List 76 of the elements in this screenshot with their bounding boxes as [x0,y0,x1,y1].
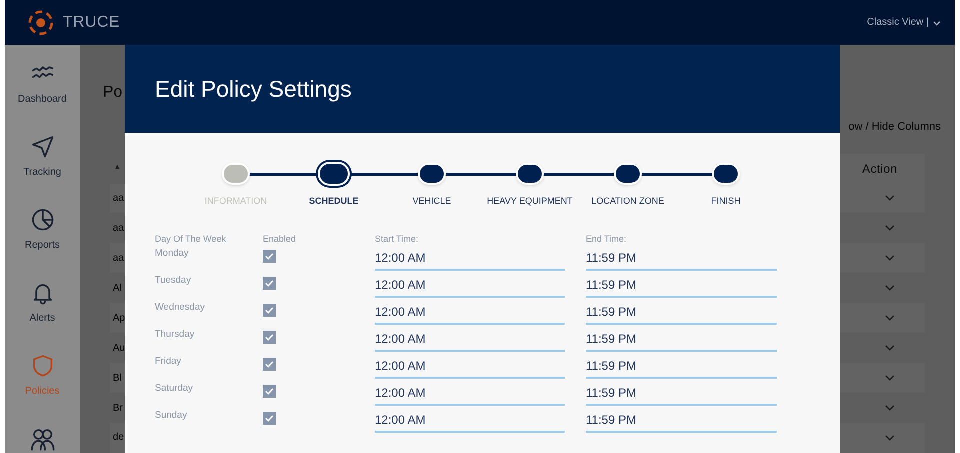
table-cell-text: aa [113,192,124,206]
day-label: Sunday [155,409,188,423]
start-time-field[interactable]: 12:00 AM [375,327,565,352]
enabled-checkbox[interactable] [263,331,276,344]
checkmark-icon [265,280,274,287]
day-label: Saturday [155,382,194,396]
chevron-down-icon[interactable] [885,434,895,441]
step-label: LOCATION ZONE [592,195,664,208]
enabled-checkbox[interactable] [263,277,276,290]
step-label: SCHEDULE [309,195,359,208]
sidebar-item[interactable]: Reports [8,207,78,253]
table-cell-text: aa [113,252,124,266]
pie-chart-icon [30,207,56,233]
end-time-field[interactable]: 11:59 PM [586,408,777,433]
navigation-arrow-icon [30,134,56,160]
column-header: End Time: [586,232,628,246]
table-cell-text: Ap [113,312,126,326]
enabled-checkbox[interactable] [263,250,276,263]
chevron-down-icon[interactable] [885,255,895,262]
step-label: VEHICLE [412,195,452,208]
chevron-down-icon[interactable] [885,195,895,202]
chevron-down-icon[interactable] [885,315,895,322]
table-cell-text: Al [113,282,122,296]
day-label: Thursday [155,328,196,342]
caret-icon [933,18,941,26]
start-time-field[interactable]: 12:00 AM [375,381,565,406]
view-menu[interactable]: Classic View | [867,15,941,30]
end-time-field[interactable]: 11:59 PM [586,381,777,406]
enabled-checkbox[interactable] [263,358,276,371]
start-time-field[interactable]: 12:00 AM [375,354,565,379]
checkmark-icon [265,415,274,422]
chevron-down-icon[interactable] [885,285,895,292]
chevron-down-icon[interactable] [885,345,895,352]
sidebar-item[interactable]: Alerts [8,280,78,326]
start-time-field[interactable]: 12:00 AM [375,273,565,298]
column-header: Start Time: [375,232,420,246]
day-label: Tuesday [155,274,192,288]
end-time-field[interactable]: 11:59 PM [586,246,777,271]
table-cell-text: Br [113,402,123,416]
table-cell-text: Bl [113,372,122,386]
logo-icon [27,8,55,36]
column-header: Enabled [263,232,298,246]
chevron-down-icon[interactable] [885,405,895,412]
end-time-field[interactable]: 11:59 PM [586,327,777,352]
column-header: Action [862,160,898,178]
step-label: INFORMATION [204,195,268,208]
day-label: Friday [155,355,182,369]
sidebar-item[interactable]: Tracking [8,134,78,180]
sidebar-item[interactable]: Dashboard [8,61,78,107]
table-cell-text: Au [113,342,126,356]
end-time-field[interactable]: 11:59 PM [586,300,777,325]
end-time-field[interactable]: 11:59 PM [586,273,777,298]
enabled-checkbox[interactable] [263,304,276,317]
chevron-down-icon[interactable] [885,375,895,382]
checkmark-icon [265,307,274,314]
enabled-checkbox[interactable] [263,385,276,398]
start-time-field[interactable]: 12:00 AM [375,300,565,325]
step-label: HEAVY EQUIPMENT [487,195,573,208]
table-cell-text: aa [113,222,124,236]
chevron-down-icon[interactable] [885,225,895,232]
checkmark-icon [265,388,274,395]
table-cell-text: de [113,431,124,446]
start-time-field[interactable]: 12:00 AM [375,408,565,433]
day-label: Monday [155,247,190,261]
checkmark-icon [265,253,274,260]
checkmark-icon [265,334,274,341]
start-time-field[interactable]: 12:00 AM [375,246,565,271]
modal-title: Edit Policy Settings [155,74,352,104]
end-time-field[interactable]: 11:59 PM [586,354,777,379]
page-title: Po [103,85,123,101]
column-header: Day Of The Week [155,232,228,246]
checkmark-icon [265,361,274,368]
step-label: FINISH [711,195,741,208]
enabled-checkbox[interactable] [263,412,276,425]
day-label: Wednesday [155,301,206,315]
brand-name: TRUCE [63,12,120,32]
